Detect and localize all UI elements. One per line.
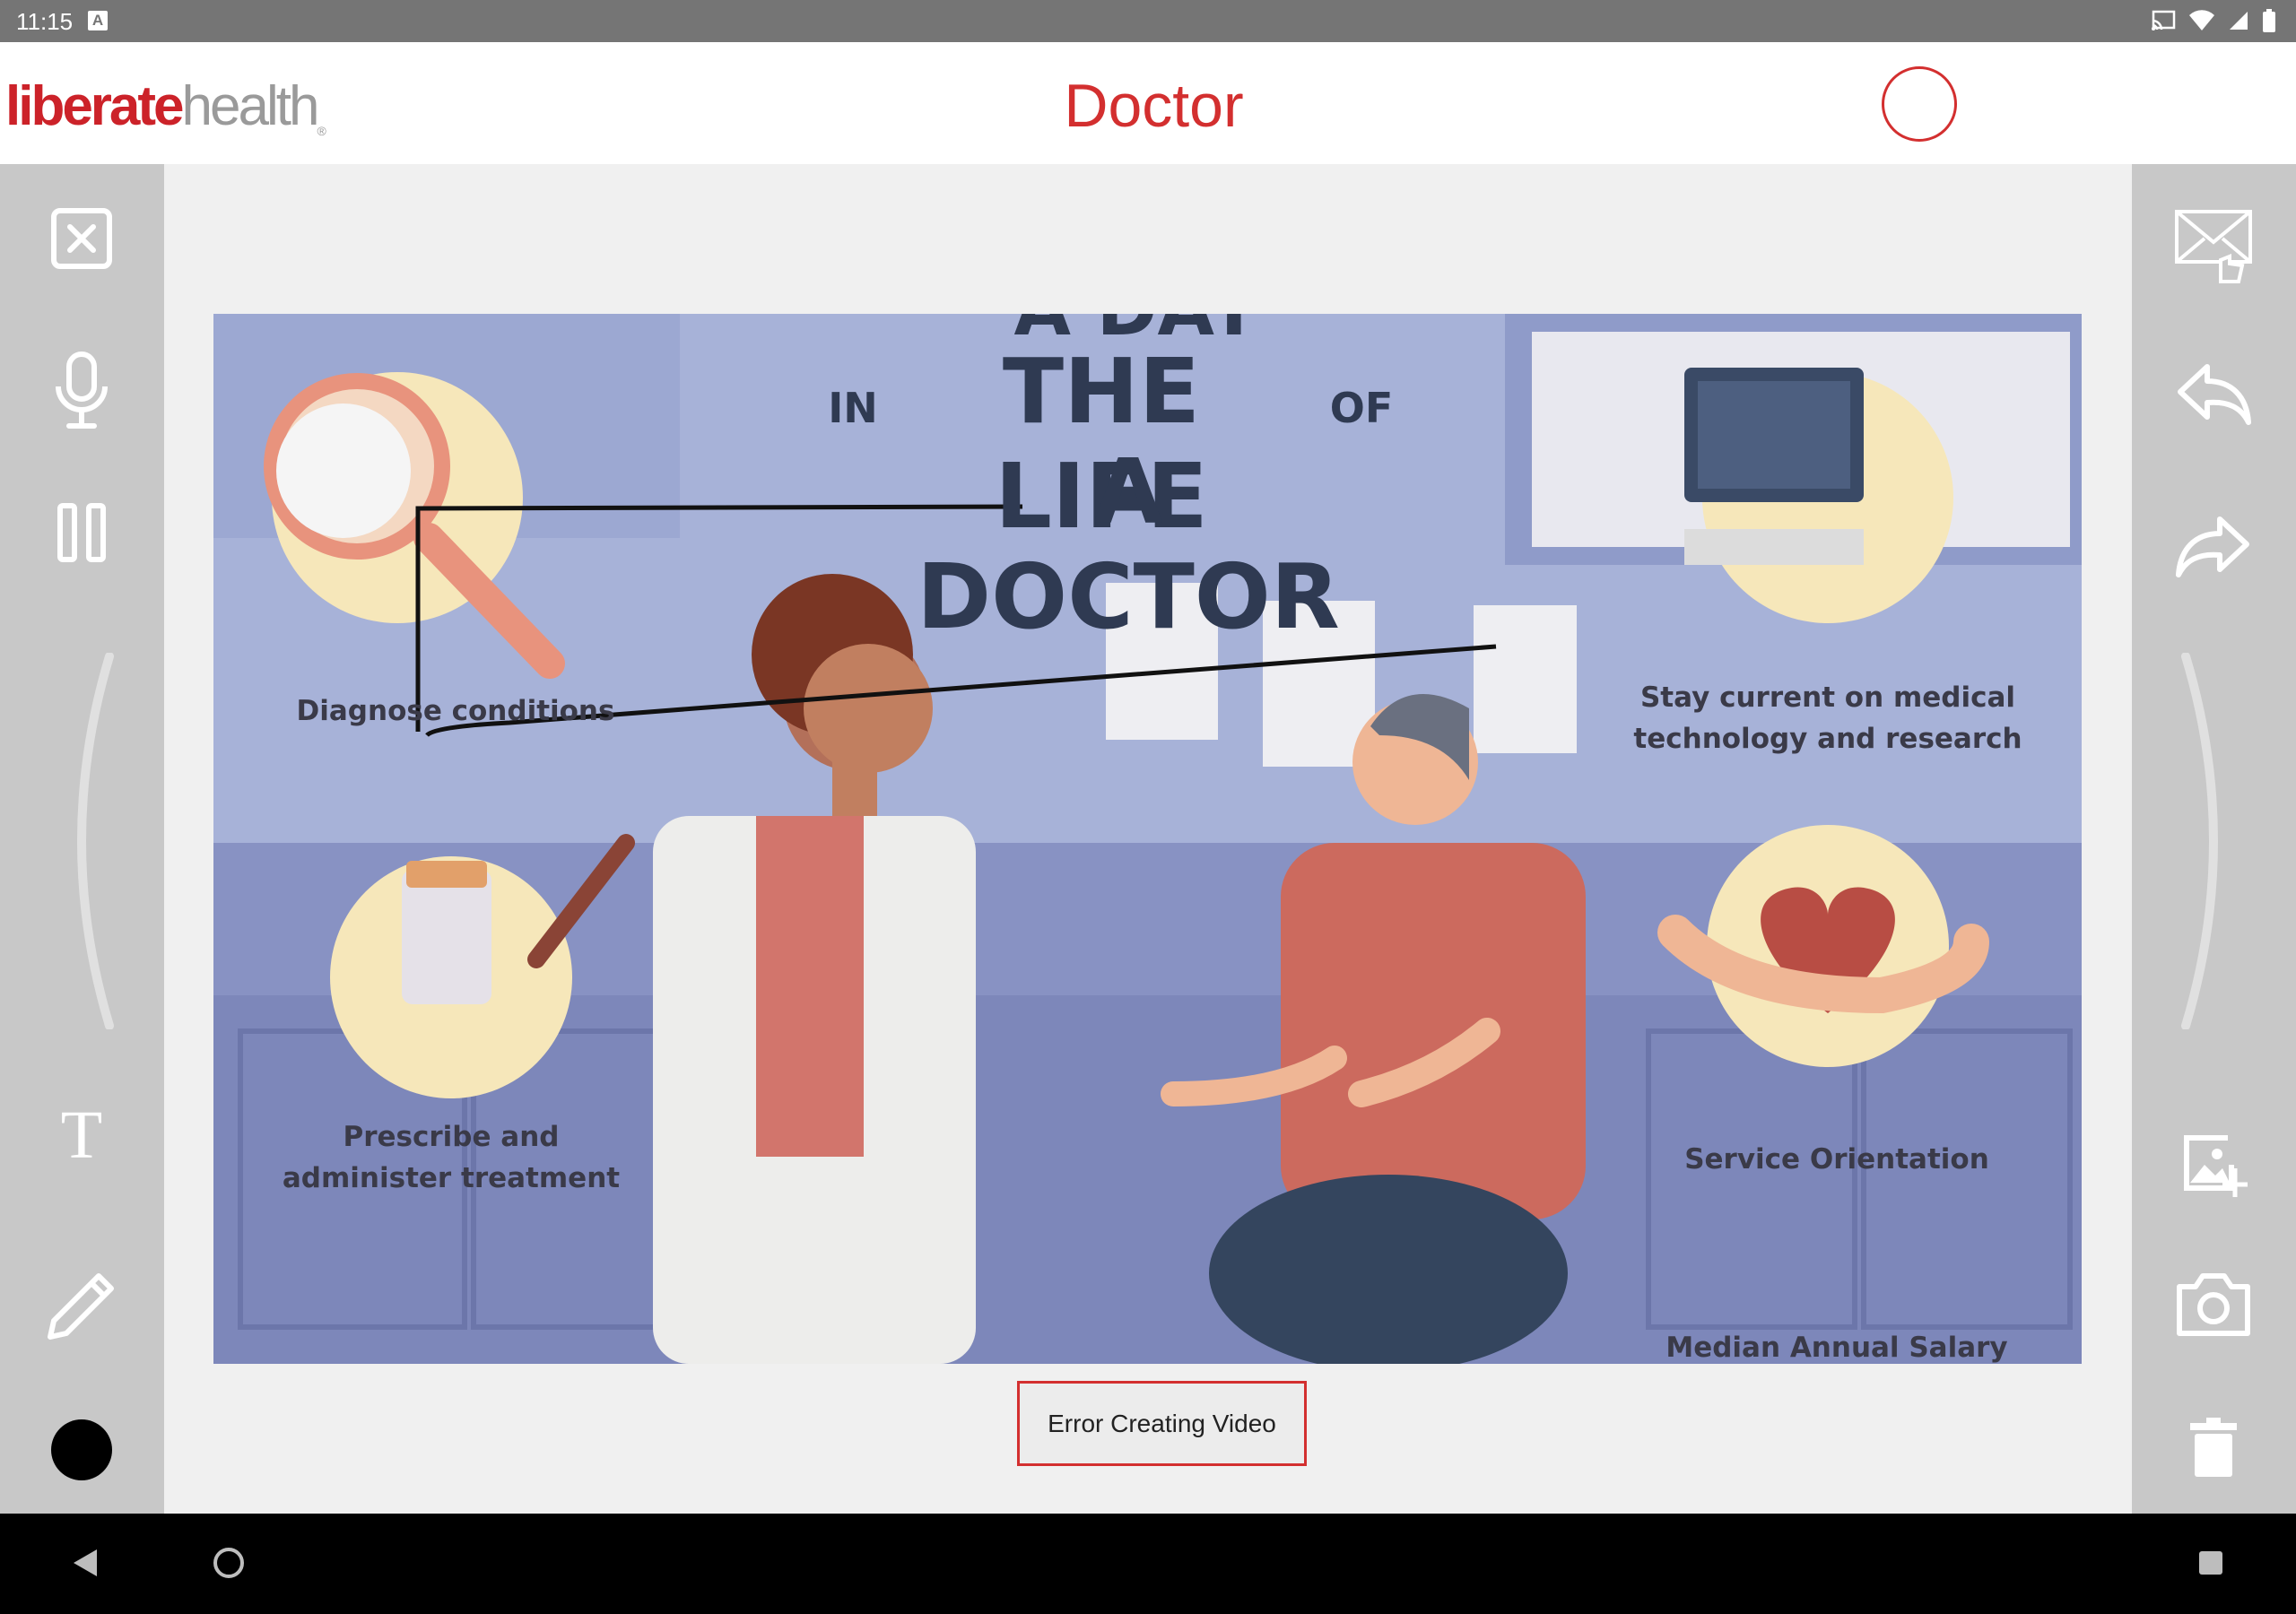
text-tool-button[interactable]: T xyxy=(45,1097,118,1173)
label-median-salary: Median Annual Salary xyxy=(1665,1332,2008,1364)
color-swatch-icon xyxy=(51,1419,112,1480)
send-email-button[interactable] xyxy=(2172,204,2255,287)
home-circle-icon xyxy=(213,1548,244,1578)
undo-button[interactable] xyxy=(2172,357,2255,430)
infographic-title-in: IN xyxy=(828,384,878,432)
recents-square-icon xyxy=(2199,1551,2222,1575)
wifi-icon xyxy=(2189,10,2214,30)
battery-icon xyxy=(2263,9,2275,32)
pencil-tool-button[interactable] xyxy=(40,1264,123,1347)
cast-icon xyxy=(2152,10,2176,30)
infographic-image[interactable]: A DAY IN THE LIFE OF A DOCTOR Diagnose c… xyxy=(213,314,2082,1364)
infographic-title-bottom: A DOCTOR xyxy=(917,439,1340,649)
app-header: liberatehealth® Doctor xyxy=(0,42,2296,165)
pencil-icon xyxy=(48,1273,114,1340)
label-service-orientation: Service Orientation xyxy=(1684,1143,1989,1176)
system-nav-bar xyxy=(0,1514,2296,1614)
trash-icon xyxy=(2190,1418,2237,1477)
add-image-button[interactable] xyxy=(2172,1124,2255,1206)
email-send-icon xyxy=(2175,210,2252,283)
right-toolbar xyxy=(2132,164,2296,1514)
microphone-button[interactable] xyxy=(45,348,118,433)
label-stay-current-line2: technology and research xyxy=(1633,723,2022,755)
text-tool-icon: T xyxy=(60,1097,103,1173)
close-box-icon xyxy=(51,208,112,269)
error-toast: Error Creating Video xyxy=(1017,1381,1307,1466)
next-page-button[interactable] xyxy=(2177,653,2250,1029)
delete-button[interactable] xyxy=(2172,1406,2255,1488)
next-chevron-icon xyxy=(2181,653,2218,1029)
pause-button[interactable] xyxy=(45,496,118,569)
previous-chevron-icon xyxy=(77,653,114,1029)
label-stay-current-line1: Stay current on medical xyxy=(1639,681,2016,714)
back-triangle-icon xyxy=(74,1549,97,1576)
redo-button[interactable] xyxy=(2172,509,2255,583)
label-diagnose-conditions: Diagnose conditions xyxy=(296,695,615,727)
previous-page-button[interactable] xyxy=(45,653,118,1029)
record-button[interactable] xyxy=(1882,66,1957,142)
keyboard-indicator-icon: A xyxy=(88,11,108,30)
add-image-icon xyxy=(2184,1135,2248,1197)
camera-icon xyxy=(2177,1273,2250,1336)
camera-button[interactable] xyxy=(2172,1263,2255,1345)
microphone-icon xyxy=(56,351,108,429)
label-prescribe-line1: Prescribe and xyxy=(343,1121,560,1153)
pause-icon xyxy=(57,503,106,562)
label-prescribe-line2: administer treatment xyxy=(282,1162,621,1194)
status-bar: 11:15 A xyxy=(0,0,2296,42)
left-toolbar: T xyxy=(0,164,164,1514)
status-time: 11:15 xyxy=(16,8,74,35)
error-toast-message: Error Creating Video xyxy=(1048,1409,1276,1437)
nav-home-button[interactable] xyxy=(206,1540,251,1585)
status-icons xyxy=(2151,9,2276,32)
close-button[interactable] xyxy=(45,202,118,275)
nav-recents-button[interactable] xyxy=(2188,1540,2233,1585)
infographic-title-of: OF xyxy=(1329,384,1394,432)
undo-icon xyxy=(2178,364,2251,425)
color-picker-button[interactable] xyxy=(49,1418,114,1482)
signal-icon xyxy=(2230,12,2248,30)
nav-back-button[interactable] xyxy=(63,1540,108,1585)
redo-icon xyxy=(2176,516,2249,577)
